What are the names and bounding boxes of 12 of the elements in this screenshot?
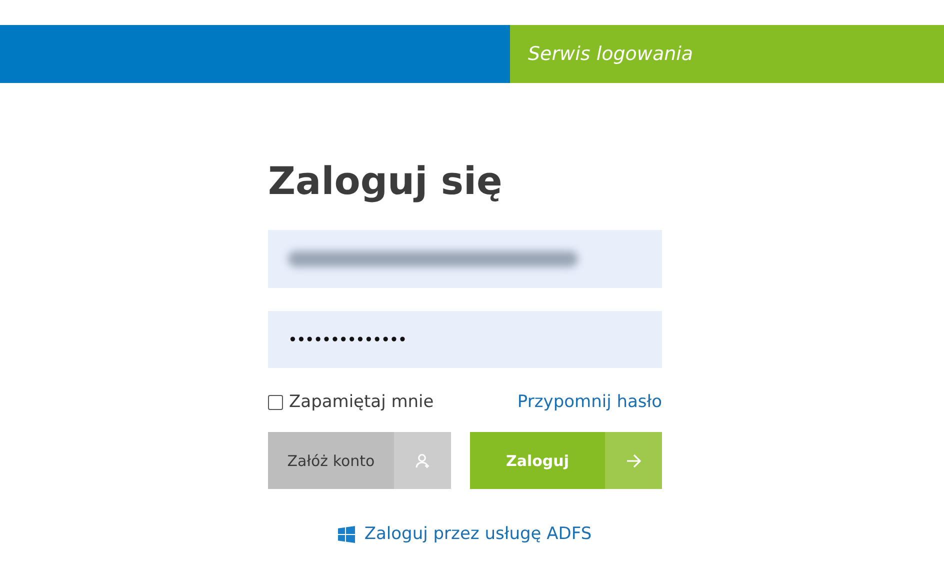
add-user-button[interactable] bbox=[394, 432, 451, 489]
add-user-icon bbox=[414, 452, 430, 468]
email-field[interactable] bbox=[268, 230, 662, 288]
remember-checkbox[interactable] bbox=[268, 394, 283, 410]
forgot-password-link[interactable]: Przypomnij hasło bbox=[517, 392, 662, 412]
arrow-right-icon bbox=[626, 454, 642, 468]
remember-label: Zapamiętaj mnie bbox=[289, 392, 434, 412]
header-title: Serwis logowania bbox=[510, 25, 944, 83]
password-field[interactable]: •••••••••••••• bbox=[268, 311, 662, 368]
page-heading: Zaloguj się bbox=[268, 158, 504, 205]
windows-icon bbox=[338, 526, 356, 542]
create-account-button[interactable]: Załóż konto bbox=[268, 432, 394, 489]
